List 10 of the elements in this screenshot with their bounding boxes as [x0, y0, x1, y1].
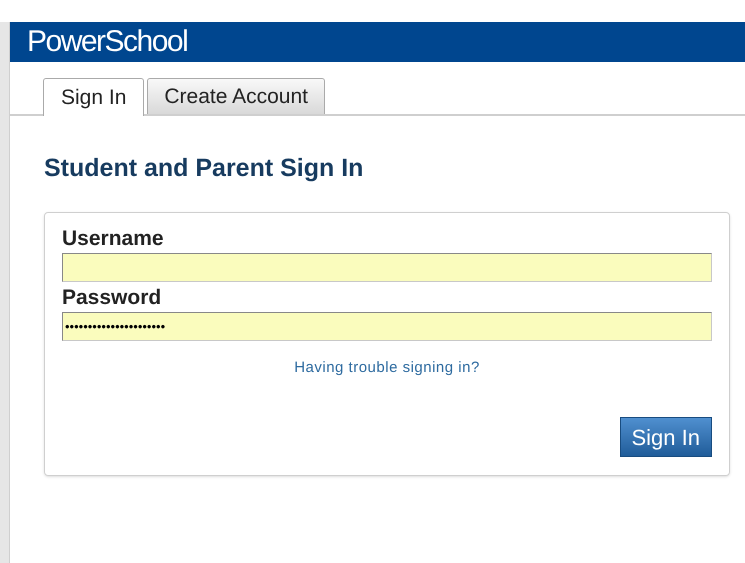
input-field[interactable]: ••••••••••••••••••••••: [62, 312, 712, 340]
field-label: Username: [62, 226, 165, 252]
logo: PowerSchool: [27, 27, 188, 57]
input-field[interactable]: [62, 252, 712, 282]
tab[interactable]: Create Account: [147, 78, 325, 114]
help-link[interactable]: Having trouble signing in?: [294, 356, 480, 379]
page-heading: Student and Parent Sign In: [44, 153, 364, 184]
sign-in-button[interactable]: Sign In: [620, 417, 712, 457]
field-label: Password: [62, 284, 162, 310]
tab[interactable]: Sign In: [43, 78, 144, 116]
